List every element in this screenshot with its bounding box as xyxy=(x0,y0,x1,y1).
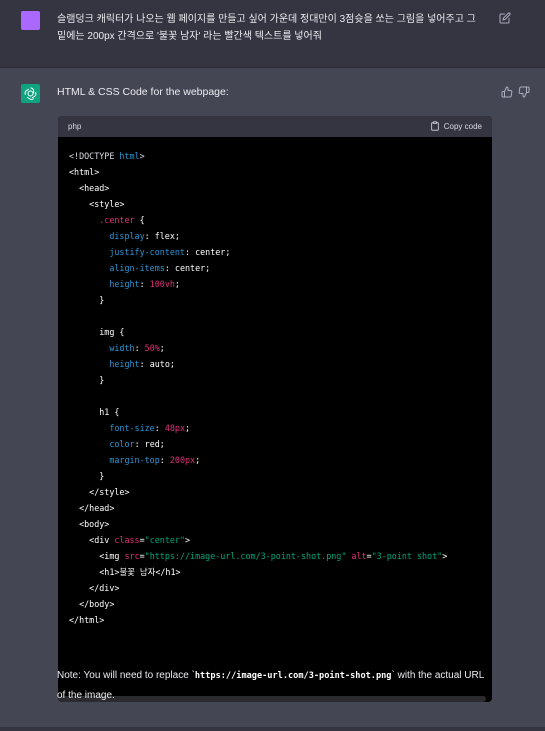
thumbs-up-icon[interactable] xyxy=(501,86,513,98)
assistant-intro-text: HTML & CSS Code for the webpage: xyxy=(57,86,229,98)
bottom-divider xyxy=(0,727,545,731)
copy-code-label: Copy code xyxy=(443,121,482,131)
thumbs-down-icon[interactable] xyxy=(518,86,530,98)
note-url-code: https://image-url.com/3-point-shot.png xyxy=(194,671,392,681)
note-prefix: Note: You will need to replace ` xyxy=(57,670,195,681)
user-avatar xyxy=(21,11,40,30)
edit-icon[interactable] xyxy=(499,12,511,24)
code-content: <!DOCTYPE html> <html> <head> <style> .c… xyxy=(69,151,448,625)
clipboard-icon xyxy=(431,121,439,131)
code-block: php Copy code <!DOCTYPE html> <html> <he… xyxy=(58,116,492,702)
user-message-row: 슬램덩크 캐릭터가 나오는 웹 페이지를 만들고 싶어 가운데 정대만이 3점슛… xyxy=(0,0,545,68)
user-message-text: 슬램덩크 캐릭터가 나오는 웹 페이지를 만들고 싶어 가운데 정대만이 3점슛… xyxy=(57,14,476,42)
code-block-header: php Copy code xyxy=(58,116,492,137)
assistant-avatar xyxy=(21,84,40,103)
assistant-note: Note: You will need to replace `https://… xyxy=(57,666,487,705)
openai-logo-icon xyxy=(24,87,37,100)
copy-code-button[interactable]: Copy code xyxy=(430,121,482,131)
code-language-label: php xyxy=(68,122,82,131)
assistant-message-row: HTML & CSS Code for the webpage: php Cop… xyxy=(0,68,545,731)
